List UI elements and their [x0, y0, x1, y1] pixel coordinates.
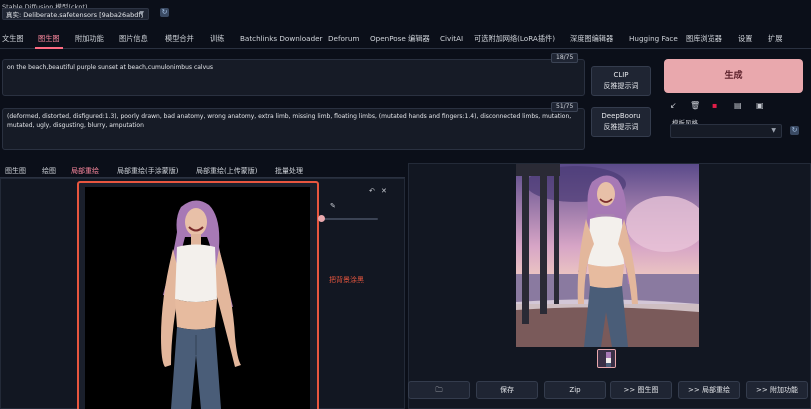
- save-icon[interactable]: ▣: [756, 101, 764, 110]
- send-to-extras-button[interactable]: >> 附加功能: [746, 381, 808, 399]
- tab-lora[interactable]: 可选附加网络(LoRA插件): [474, 34, 555, 44]
- save-button[interactable]: 保存: [476, 381, 538, 399]
- inpaint-canvas[interactable]: [85, 187, 310, 409]
- tab-settings[interactable]: 设置: [738, 34, 752, 44]
- tab-txt2img[interactable]: 文生图: [2, 34, 24, 44]
- send-to-img2img-button[interactable]: >> 图生图: [610, 381, 672, 399]
- tab-deforum[interactable]: Deforum: [328, 34, 359, 43]
- subtab-inpaint-sketch[interactable]: 局部重绘(手涂蒙版): [117, 166, 178, 176]
- style-select[interactable]: ▼: [670, 124, 782, 138]
- clip-interrogate-button[interactable]: CLIP 反推提示词: [591, 66, 651, 96]
- red-square-icon[interactable]: ▪: [712, 101, 717, 110]
- arrow-icon[interactable]: ↙: [670, 101, 677, 110]
- img2img-sub-tab-bar: 图生图 绘图 局部重绘 局部重绘(手涂蒙版) 局部重绘(上传蒙版) 批量处理: [0, 163, 405, 178]
- annotation-text: 把背景涂黑: [329, 276, 364, 284]
- tab-huggingface[interactable]: Hugging Face: [629, 34, 678, 43]
- undo-icon[interactable]: ↶: [369, 187, 375, 195]
- active-tab-indicator: [35, 47, 63, 49]
- subtab-img2img[interactable]: 图生图: [5, 166, 26, 176]
- zip-button[interactable]: Zip: [544, 381, 606, 399]
- subtab-sketch[interactable]: 绘图: [42, 166, 56, 176]
- chevron-down-icon: ▼: [139, 10, 144, 17]
- brush-size-slider-thumb[interactable]: [318, 215, 325, 222]
- model-select[interactable]: 真实: Deliberate.safetensors [9aba26abdf] …: [2, 8, 149, 20]
- apply-style-icon[interactable]: ↻: [790, 126, 799, 135]
- output-image[interactable]: [516, 164, 699, 347]
- beach-sunset-image: [516, 164, 699, 347]
- thumbnail-image: [598, 350, 615, 367]
- prompt-token-counter: 18/75: [551, 53, 579, 63]
- subtab-batch[interactable]: 批量处理: [275, 166, 303, 176]
- refresh-icon[interactable]: ↻: [160, 8, 169, 17]
- model-select-value: 真实: Deliberate.safetensors [9aba26abdf]: [6, 11, 144, 19]
- tab-merge[interactable]: 模型合并: [165, 34, 194, 44]
- send-to-inpaint-button[interactable]: >> 局部重绘: [678, 381, 740, 399]
- brush-icon[interactable]: ✎: [330, 202, 336, 210]
- open-folder-button[interactable]: 🗀: [408, 381, 470, 399]
- negative-prompt-text: (deformed, distorted, disfigured:1.3), p…: [7, 113, 572, 129]
- tab-civitai[interactable]: CivitAI: [440, 34, 463, 43]
- trash-icon[interactable]: 🗑: [690, 101, 700, 110]
- folder-icon: 🗀: [435, 386, 443, 394]
- subtab-inpaint[interactable]: 局部重绘: [71, 166, 99, 176]
- brush-size-slider[interactable]: [320, 218, 378, 220]
- tab-depth[interactable]: 深度图编辑器: [570, 34, 613, 44]
- tab-png-info[interactable]: 图片信息: [119, 34, 148, 44]
- generate-button[interactable]: 生成: [664, 59, 803, 93]
- main-tab-bar: 文生图 图生图 附加功能 图片信息 模型合并 训练 Batchlinks Dow…: [0, 33, 811, 49]
- tab-extras[interactable]: 附加功能: [75, 34, 104, 44]
- deepbooru-button-line2: 反推提示词: [603, 123, 639, 131]
- tab-img2img[interactable]: 图生图: [38, 34, 60, 44]
- tab-gallery[interactable]: 图库浏览器: [686, 34, 722, 44]
- negative-prompt-token-counter: 51/75: [551, 102, 579, 112]
- woman-figure-image: [85, 187, 310, 409]
- prompt-text: on the beach,beautiful purple sunset at …: [7, 64, 214, 71]
- subtab-inpaint-upload[interactable]: 局部重绘(上传蒙版): [196, 166, 257, 176]
- tab-extensions[interactable]: 扩展: [768, 34, 782, 44]
- chevron-down-icon: ▼: [771, 127, 776, 134]
- tab-train[interactable]: 训练: [210, 34, 224, 44]
- output-thumbnail[interactable]: [597, 349, 616, 368]
- deepbooru-interrogate-button[interactable]: DeepBooru 反推提示词: [591, 107, 651, 137]
- deepbooru-button-line1: DeepBooru: [601, 112, 641, 120]
- clip-button-line1: CLIP: [613, 71, 629, 79]
- tab-openpose[interactable]: OpenPose 编辑器: [370, 34, 430, 44]
- clipboard-icon[interactable]: ▤: [734, 101, 742, 110]
- close-icon[interactable]: ✕: [381, 187, 387, 195]
- clip-button-line2: 反推提示词: [603, 82, 639, 90]
- tab-batchlinks[interactable]: Batchlinks Downloader: [240, 34, 323, 43]
